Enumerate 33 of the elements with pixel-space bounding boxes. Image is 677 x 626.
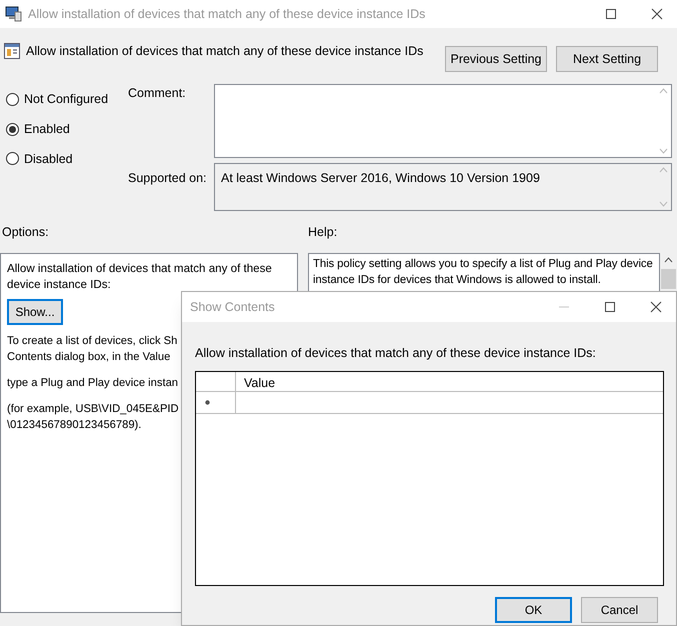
options-text: To create a list of devices, click Sh xyxy=(7,334,178,349)
dialog-label: Allow installation of devices that match any of these device instance IDs: xyxy=(194,345,597,362)
section-label: Help: xyxy=(308,224,338,241)
maximize-icon[interactable] xyxy=(605,8,617,20)
close-icon[interactable] xyxy=(650,301,662,313)
maximize-icon[interactable] xyxy=(604,301,616,313)
show-button[interactable]: Show... xyxy=(7,299,63,325)
dialog-title: Show Contents xyxy=(189,298,275,316)
column-header[interactable]: Value xyxy=(236,372,663,391)
field-label: Supported on: xyxy=(128,170,208,187)
help-text: This policy setting allows you to specify a list of Plug and Play device instance IDs for devices that Windows is allowed to install. xyxy=(313,257,654,288)
radio-option[interactable]: Not Configured xyxy=(6,90,128,109)
dialog-button[interactable]: Cancel xyxy=(581,597,658,623)
close-icon[interactable] xyxy=(651,8,663,20)
dialog-button[interactable]: OK xyxy=(495,597,572,623)
radio-option[interactable]: Enabled xyxy=(6,120,128,138)
setting-button[interactable]: Next Setting xyxy=(556,46,658,72)
options-text: \01234567890123456789). xyxy=(7,418,142,433)
field-label: Comment: xyxy=(128,85,187,102)
options-text: type a Plug and Play device instan xyxy=(7,376,179,391)
section-label: Options: xyxy=(1,224,50,241)
radio-option[interactable]: Disabled xyxy=(6,150,128,168)
options-text: (for example, USB\VID_045E&PID xyxy=(7,402,179,417)
supported-field: At least Windows Server 2016, Windows 10 Version 1909 xyxy=(214,163,672,211)
computer-icon xyxy=(5,6,22,22)
policy-icon xyxy=(4,43,20,60)
policy-title: Allow installation of devices that match any of these device instance IDs xyxy=(26,43,424,60)
options-text: Contents dialog box, in the Value xyxy=(7,350,172,365)
window-title: Allow installation of devices that match any of these device instance IDs xyxy=(28,6,426,23)
new-row-icon xyxy=(205,400,210,405)
options-description: Allow installation of devices that match any of these device instance IDs: xyxy=(7,261,273,293)
comment-field[interactable] xyxy=(214,84,672,158)
setting-button[interactable]: Previous Setting xyxy=(445,46,547,72)
